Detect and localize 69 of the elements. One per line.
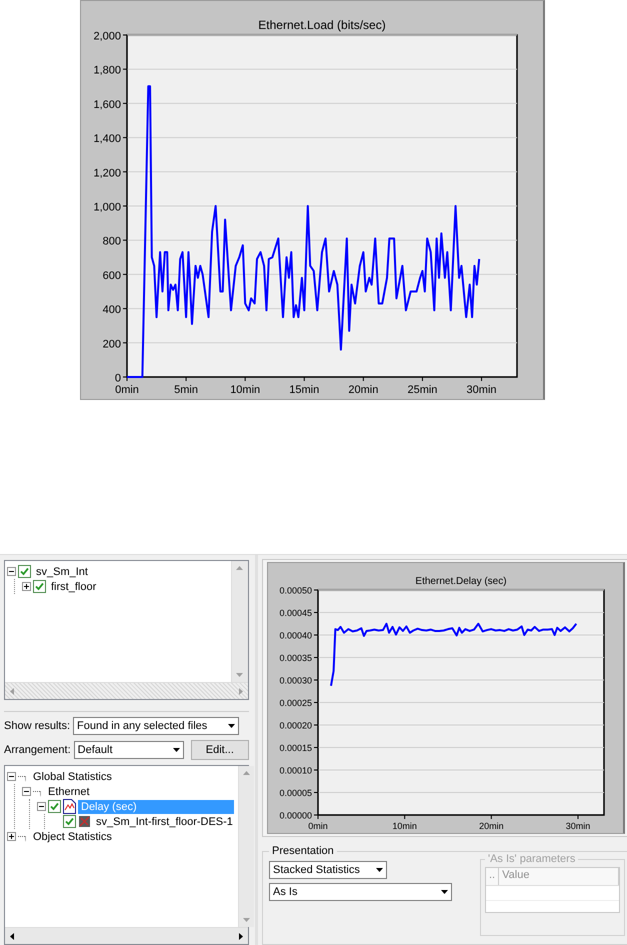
y-tick-label: 0 xyxy=(114,372,121,384)
dropdown-arrow-icon[interactable] xyxy=(172,747,181,753)
chart-title: Ethernet.Delay (sec) xyxy=(415,576,507,587)
x-tick-label: 20min xyxy=(348,384,378,396)
y-tick-label: 1,800 xyxy=(93,64,121,77)
node-icon xyxy=(78,815,91,828)
y-tick-label: 1,400 xyxy=(93,133,121,146)
checkbox[interactable] xyxy=(48,800,61,813)
y-tick-label: 0.00035 xyxy=(279,653,312,663)
y-tick-label: 0.00025 xyxy=(279,698,312,708)
group-title: 'As Is' parameters xyxy=(487,853,576,865)
dropdown-arrow-icon[interactable] xyxy=(227,723,236,729)
tree-item[interactable]: sv_Sm_Int xyxy=(33,564,91,578)
show-results-dropdown[interactable]: Found in any selected files xyxy=(73,717,240,735)
edit-button[interactable]: Edit... xyxy=(190,740,249,760)
checkbox[interactable] xyxy=(18,565,31,578)
y-tick-label: 800 xyxy=(102,236,121,248)
y-tick-label: 400 xyxy=(102,304,121,316)
dropdown-arrow-icon[interactable] xyxy=(440,889,449,895)
filter-dropdown[interactable]: As Is xyxy=(269,883,452,901)
tree-item[interactable]: Object Statistics xyxy=(30,830,115,844)
chart-title: Ethernet.Load (bits/sec) xyxy=(258,18,386,32)
show-results-label: Show results: xyxy=(4,720,70,732)
x-tick-label: 0min xyxy=(115,384,139,396)
collapse-icon[interactable] xyxy=(7,772,16,781)
collapse-icon[interactable] xyxy=(37,802,46,811)
y-tick-label: 600 xyxy=(102,270,121,282)
y-tick-label: 2,000 xyxy=(93,30,121,42)
y-tick-label: 0.00015 xyxy=(279,743,312,753)
y-tick-label: 1,600 xyxy=(93,98,121,111)
arrangement-dropdown[interactable]: Default xyxy=(74,741,184,759)
statistics-mode-dropdown[interactable]: Stacked Statistics xyxy=(269,861,387,879)
tree-item[interactable]: sv_Sm_Int-first_floor-DES-1 xyxy=(93,814,236,828)
y-tick-label: 1,000 xyxy=(93,202,121,214)
x-tick-label: 25min xyxy=(407,384,438,396)
y-tick-label: 0.00030 xyxy=(279,676,312,686)
x-tick-label: 10min xyxy=(230,384,260,396)
tree-item[interactable]: Ethernet xyxy=(45,784,93,798)
collapse-icon[interactable] xyxy=(22,787,31,796)
y-tick-label: 0.00010 xyxy=(279,766,312,776)
checkbox[interactable] xyxy=(63,815,76,828)
x-tick-label: 15min xyxy=(289,384,320,396)
x-tick-label: 10min xyxy=(392,821,417,831)
dropdown-arrow-icon[interactable] xyxy=(375,867,384,873)
column-header: Value xyxy=(499,868,619,885)
y-tick-label: 0.00040 xyxy=(279,630,312,640)
expand-icon[interactable] xyxy=(7,832,16,841)
expand-icon[interactable] xyxy=(22,582,31,591)
collapse-icon[interactable] xyxy=(7,567,16,576)
y-tick-label: 0.00000 xyxy=(279,810,312,820)
x-tick-label: 0min xyxy=(308,821,328,831)
y-tick-label: 0.00050 xyxy=(279,586,312,596)
tree-item[interactable]: first_floor xyxy=(48,580,100,594)
x-tick-label: 5min xyxy=(174,384,198,396)
horizontal-scrollbar[interactable] xyxy=(5,927,248,944)
x-tick-label: 30min xyxy=(566,821,590,831)
column-header: .. xyxy=(486,868,500,885)
y-tick-label: 0.00020 xyxy=(279,720,312,730)
arrangement-label: Arrangement: xyxy=(4,744,71,756)
x-tick-label: 30min xyxy=(466,384,497,396)
tree-item[interactable]: Global Statistics xyxy=(30,770,115,784)
x-tick-label: 20min xyxy=(479,821,504,831)
checkbox[interactable] xyxy=(33,580,46,593)
y-tick-label: 0.00005 xyxy=(279,788,312,798)
y-tick-label: 1,200 xyxy=(93,167,121,180)
group-title: Presentation xyxy=(271,845,335,857)
graph-document-icon xyxy=(63,799,76,814)
y-tick-label: 0.00045 xyxy=(279,608,312,618)
y-tick-label: 200 xyxy=(102,338,121,350)
